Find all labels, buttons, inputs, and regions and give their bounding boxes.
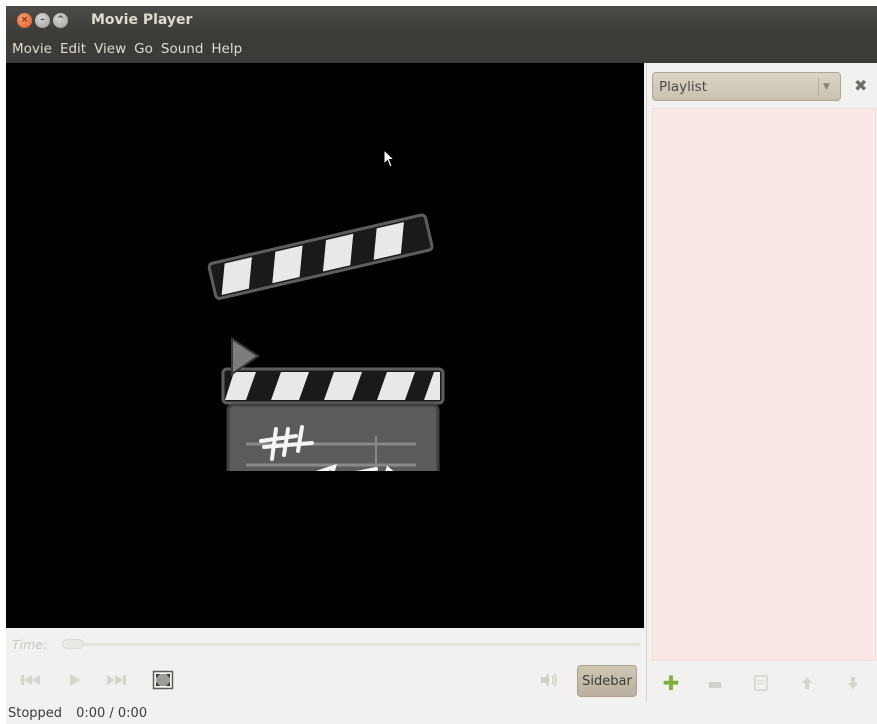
- sidebar-panel: Playlist ▼ ✖ ✚ ▬: [646, 63, 877, 702]
- minimize-icon: –: [40, 15, 45, 25]
- remove-from-playlist-button[interactable]: ▬: [705, 673, 725, 693]
- menu-bar: Movie Edit View Go Sound Help: [6, 34, 877, 63]
- add-icon: ✚: [662, 671, 680, 695]
- title-bar: × – ^ Movie Player: [6, 6, 877, 34]
- play-icon: [70, 674, 81, 686]
- previous-icon: [21, 675, 40, 685]
- movie-player-window: × – ^ Movie Player Movie Edit View Go So…: [6, 6, 877, 724]
- maximize-icon: ^: [56, 15, 65, 25]
- seek-handle[interactable]: [62, 639, 84, 649]
- next-icon: [107, 675, 126, 685]
- sidebar-selector-dropdown[interactable]: Playlist ▼: [652, 72, 841, 101]
- remove-icon: ▬: [707, 673, 723, 693]
- save-playlist-button[interactable]: [751, 673, 771, 693]
- add-to-playlist-button[interactable]: ✚: [661, 671, 681, 695]
- volume-icon: [541, 673, 557, 687]
- playback-status: Stopped: [8, 705, 63, 721]
- clapperboard-icon: [207, 213, 445, 471]
- playlist-area[interactable]: [652, 108, 876, 661]
- fullscreen-icon: [152, 670, 174, 690]
- volume-button[interactable]: [538, 668, 560, 692]
- video-display[interactable]: [6, 63, 644, 628]
- close-sidebar-icon[interactable]: ✖: [854, 76, 867, 95]
- move-up-button[interactable]: [797, 673, 817, 693]
- maximize-window-button[interactable]: ^: [53, 13, 68, 28]
- move-down-button[interactable]: [843, 673, 863, 693]
- previous-button[interactable]: [18, 668, 44, 692]
- menu-go[interactable]: Go: [130, 41, 157, 57]
- sidebar-toggle-button[interactable]: Sidebar: [577, 665, 637, 697]
- menu-sound[interactable]: Sound: [157, 41, 208, 57]
- time-label: Time:: [12, 636, 48, 652]
- minimize-window-button[interactable]: –: [35, 13, 50, 28]
- save-icon: [754, 675, 768, 691]
- mouse-pointer-icon: [383, 149, 396, 168]
- time-row: Time:: [6, 628, 646, 660]
- menu-help[interactable]: Help: [207, 41, 246, 57]
- chevron-down-icon: ▼: [818, 78, 834, 96]
- play-button[interactable]: [64, 668, 86, 692]
- time-display: 0:00 / 0:00: [76, 705, 148, 721]
- close-icon: ×: [20, 15, 29, 25]
- seek-slider[interactable]: [62, 639, 640, 649]
- playback-controls: Sidebar: [6, 662, 646, 700]
- sidebar-selector-value: Playlist: [659, 78, 707, 95]
- menu-view[interactable]: View: [90, 41, 130, 57]
- arrow-down-icon: [848, 677, 858, 689]
- menu-edit[interactable]: Edit: [56, 41, 90, 57]
- playlist-controls: ✚ ▬: [647, 667, 877, 699]
- status-bar: Stopped 0:00 / 0:00: [6, 702, 877, 724]
- window-title: Movie Player: [91, 12, 193, 28]
- close-window-button[interactable]: ×: [17, 13, 32, 28]
- arrow-up-icon: [802, 677, 812, 689]
- next-button[interactable]: [102, 668, 130, 692]
- menu-movie[interactable]: Movie: [8, 41, 56, 57]
- fullscreen-button[interactable]: [150, 668, 176, 692]
